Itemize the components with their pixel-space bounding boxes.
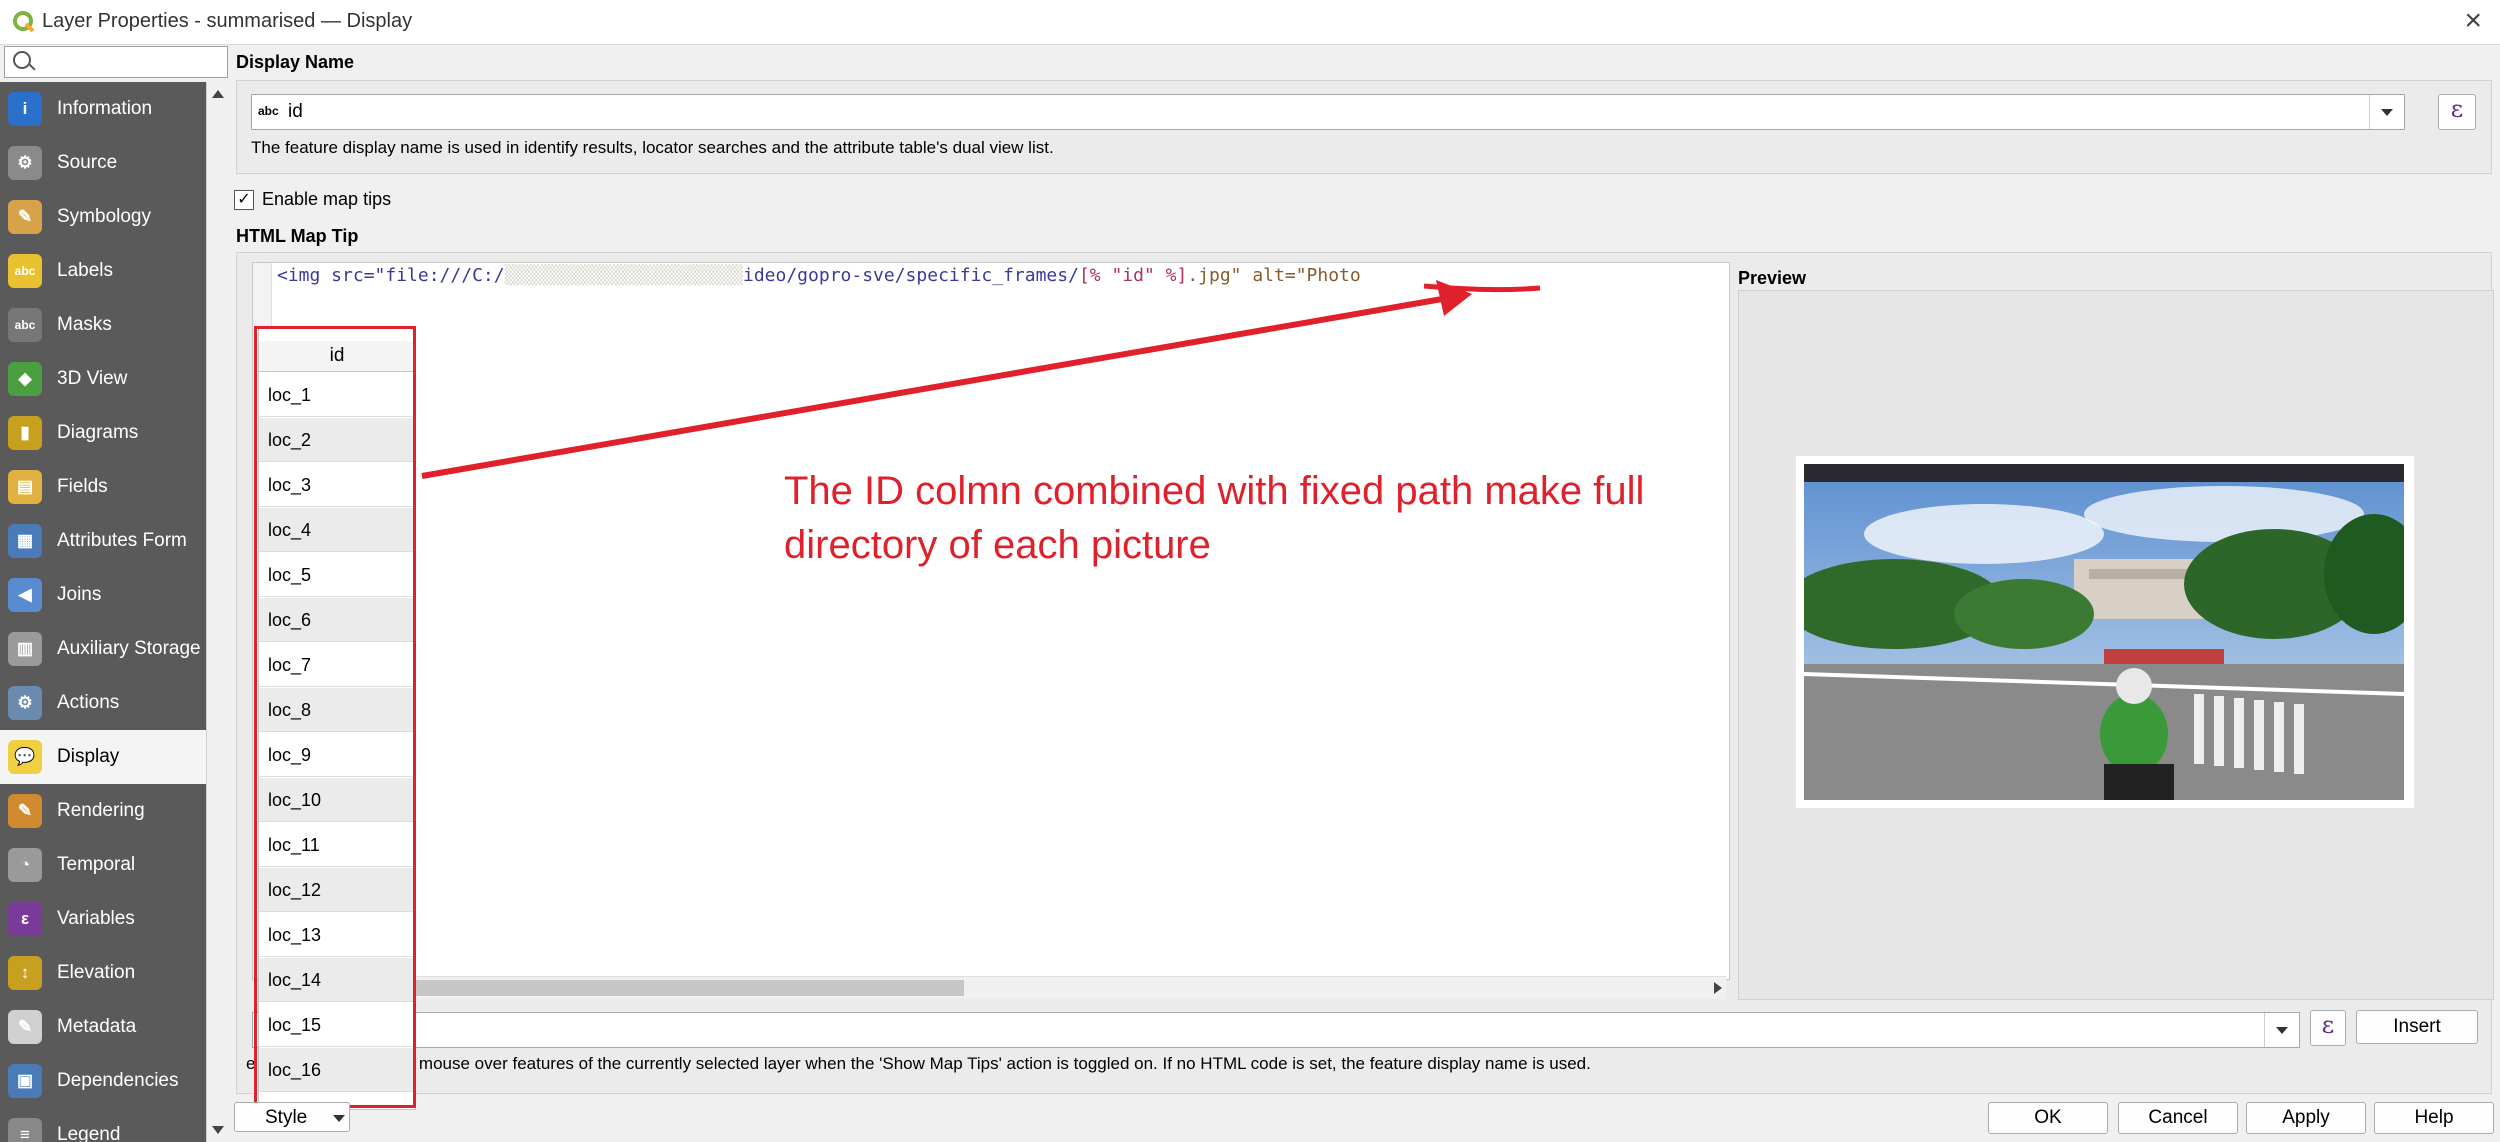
annotation-underline <box>1423 283 1541 293</box>
annotation-arrow-line <box>421 295 1449 479</box>
cancel-button[interactable]: Cancel <box>2118 1102 2238 1134</box>
help-button[interactable]: Help <box>2374 1102 2494 1134</box>
annotation-text: The ID colmn combined with fixed path ma… <box>784 469 1645 567</box>
ok-button[interactable]: OK <box>1988 1102 2108 1134</box>
apply-button[interactable]: Apply <box>2246 1102 2366 1134</box>
style-button-label: Style <box>265 1107 308 1128</box>
chevron-down-icon <box>333 1115 345 1122</box>
style-button[interactable]: Style <box>234 1102 350 1132</box>
